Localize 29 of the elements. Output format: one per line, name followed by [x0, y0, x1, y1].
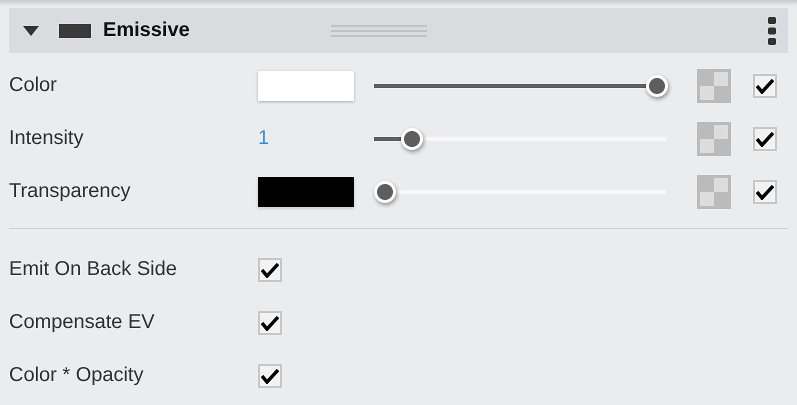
checkbox[interactable] — [753, 180, 777, 204]
section-title: Emissive — [103, 19, 190, 42]
checkmark-icon — [756, 78, 774, 94]
checkmark-icon — [756, 130, 774, 146]
drag-handle-icon[interactable] — [330, 24, 427, 38]
checkbox[interactable] — [258, 310, 282, 334]
checkbox[interactable] — [258, 258, 282, 282]
checkbox[interactable] — [753, 74, 777, 98]
checkmark-icon — [261, 262, 279, 278]
property-label: Intensity — [9, 127, 84, 150]
slider-thumb[interactable] — [646, 74, 668, 96]
property-label: Color — [9, 74, 58, 97]
checkbox[interactable] — [258, 364, 282, 388]
color-swatch-icon — [59, 24, 91, 38]
checkmark-icon — [261, 368, 279, 384]
property-label: Transparency — [9, 180, 132, 203]
slider-thumb[interactable] — [374, 180, 396, 202]
collapse-arrow-icon[interactable] — [23, 26, 39, 36]
color-field[interactable] — [258, 70, 354, 100]
color-field[interactable] — [258, 176, 354, 206]
more-options-icon[interactable] — [768, 16, 776, 44]
option-label: Color * Opacity — [9, 364, 144, 387]
section-header[interactable]: Emissive — [9, 8, 788, 53]
slider-thumb[interactable] — [401, 128, 424, 150]
option-label: Compensate EV — [9, 311, 156, 334]
option-label: Emit On Back Side — [9, 258, 178, 281]
checkmark-icon — [756, 184, 774, 200]
checkmark-icon — [261, 314, 279, 330]
checkbox[interactable] — [753, 126, 777, 150]
